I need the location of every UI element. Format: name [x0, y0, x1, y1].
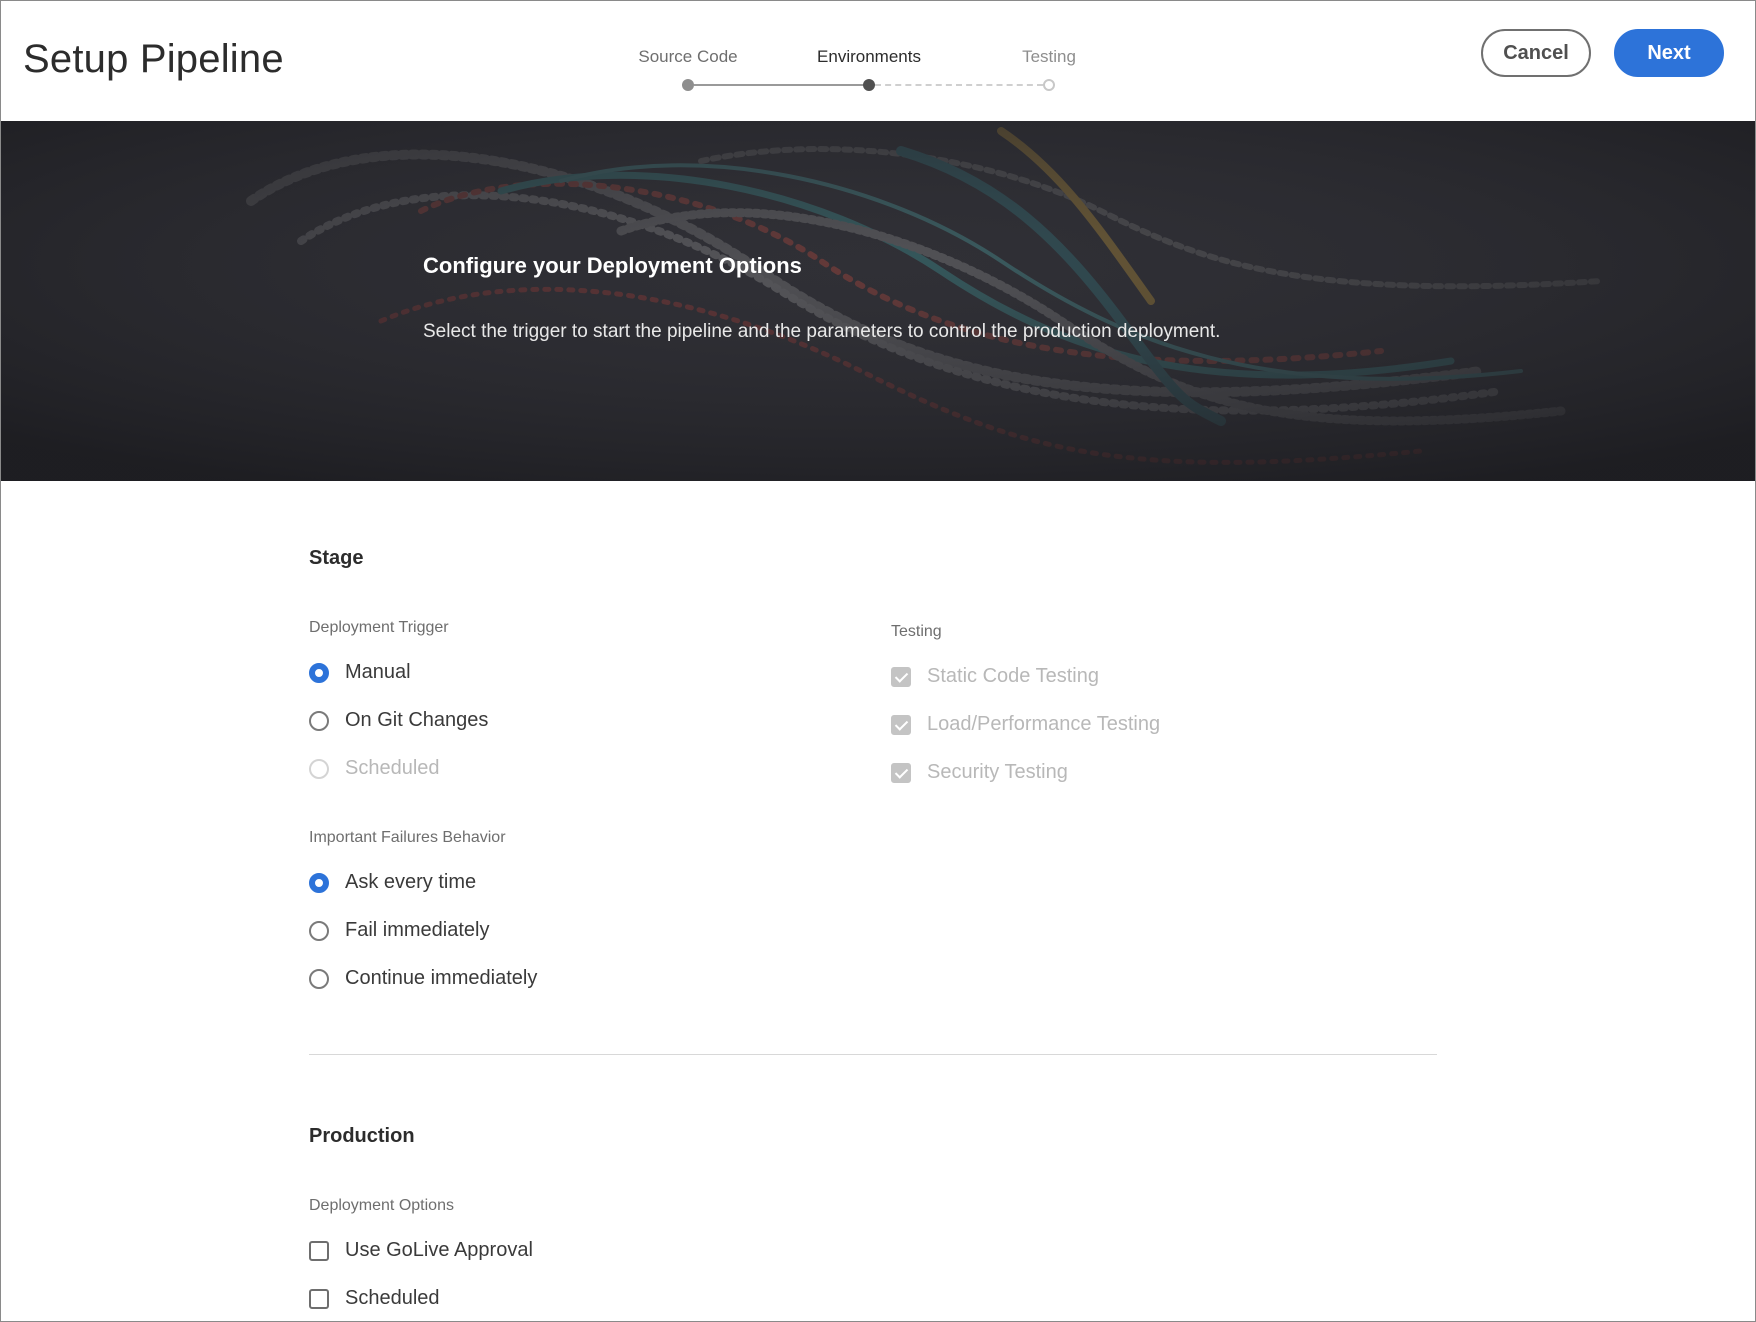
- radio-unselected-icon[interactable]: [309, 710, 329, 731]
- load-performance-testing-label: Load/Performance Testing: [927, 713, 1161, 735]
- testing-label: Testing: [891, 623, 942, 640]
- hero-title: Configure your Deployment Options: [423, 253, 802, 278]
- progress-stepper: Source Code Environments Testing: [621, 47, 1101, 97]
- radio-unselected-icon[interactable]: [309, 968, 329, 989]
- checkbox-checked-disabled-icon: [891, 714, 911, 735]
- security-testing-checkbox: Security Testing: [891, 761, 1068, 784]
- step-connector-done: [694, 84, 863, 86]
- trigger-scheduled-radio: Scheduled: [309, 757, 440, 780]
- golive-approval-checkbox[interactable]: Use GoLive Approval: [309, 1239, 533, 1262]
- hero-banner: Configure your Deployment Options Select…: [1, 121, 1755, 481]
- radio-disabled-icon: [309, 758, 329, 779]
- step-source-code-dot[interactable]: [682, 79, 694, 91]
- failures-continue-radio[interactable]: Continue immediately: [309, 967, 537, 990]
- header: Setup Pipeline Source Code Environments …: [1, 1, 1755, 121]
- step-environments-dot[interactable]: [863, 79, 875, 91]
- trigger-git-changes-radio[interactable]: On Git Changes: [309, 709, 488, 732]
- failures-fail-label[interactable]: Fail immediately: [345, 919, 489, 942]
- checkbox-checked-disabled-icon: [891, 666, 911, 687]
- security-testing-label: Security Testing: [927, 761, 1068, 783]
- failures-ask-radio[interactable]: Ask every time: [309, 871, 476, 894]
- step-connector-todo: [875, 84, 1043, 86]
- failures-continue-label[interactable]: Continue immediately: [345, 967, 537, 990]
- failures-fail-radio[interactable]: Fail immediately: [309, 919, 489, 942]
- trigger-scheduled-label: Scheduled: [345, 757, 440, 779]
- stage-section-title: Stage: [309, 547, 364, 569]
- failures-ask-label[interactable]: Ask every time: [345, 871, 476, 894]
- hero-subtitle: Select the trigger to start the pipeline…: [423, 321, 1221, 342]
- step-environments-label[interactable]: Environments: [817, 47, 921, 67]
- step-testing-label: Testing: [1022, 47, 1076, 66]
- production-scheduled-label[interactable]: Scheduled: [345, 1287, 440, 1310]
- checkbox-unchecked-icon[interactable]: [309, 1240, 329, 1261]
- deployment-options-label: Deployment Options: [309, 1197, 454, 1214]
- next-button[interactable]: Next: [1614, 29, 1724, 77]
- section-divider: [309, 1054, 1437, 1055]
- checkbox-checked-disabled-icon: [891, 762, 911, 783]
- step-source-code-label[interactable]: Source Code: [638, 47, 737, 67]
- checkbox-unchecked-icon[interactable]: [309, 1288, 329, 1309]
- page-title: Setup Pipeline: [23, 37, 284, 81]
- failures-behavior-label: Important Failures Behavior: [309, 829, 506, 846]
- deployment-trigger-label: Deployment Trigger: [309, 619, 449, 636]
- load-performance-testing-checkbox: Load/Performance Testing: [891, 713, 1160, 736]
- cancel-button[interactable]: Cancel: [1481, 29, 1591, 77]
- static-code-testing-checkbox: Static Code Testing: [891, 665, 1099, 688]
- hero-background-image: [1, 121, 1755, 481]
- radio-selected-icon[interactable]: [309, 872, 329, 893]
- radio-selected-icon[interactable]: [309, 662, 329, 683]
- trigger-manual-label[interactable]: Manual: [345, 661, 411, 684]
- production-scheduled-checkbox[interactable]: Scheduled: [309, 1287, 440, 1310]
- app-window: Setup Pipeline Source Code Environments …: [0, 0, 1756, 1322]
- step-testing-dot: [1043, 79, 1055, 91]
- production-section-title: Production: [309, 1125, 415, 1147]
- trigger-git-changes-label[interactable]: On Git Changes: [345, 709, 488, 732]
- radio-unselected-icon[interactable]: [309, 920, 329, 941]
- static-code-testing-label: Static Code Testing: [927, 665, 1099, 687]
- trigger-manual-radio[interactable]: Manual: [309, 661, 411, 684]
- golive-approval-label[interactable]: Use GoLive Approval: [345, 1239, 533, 1262]
